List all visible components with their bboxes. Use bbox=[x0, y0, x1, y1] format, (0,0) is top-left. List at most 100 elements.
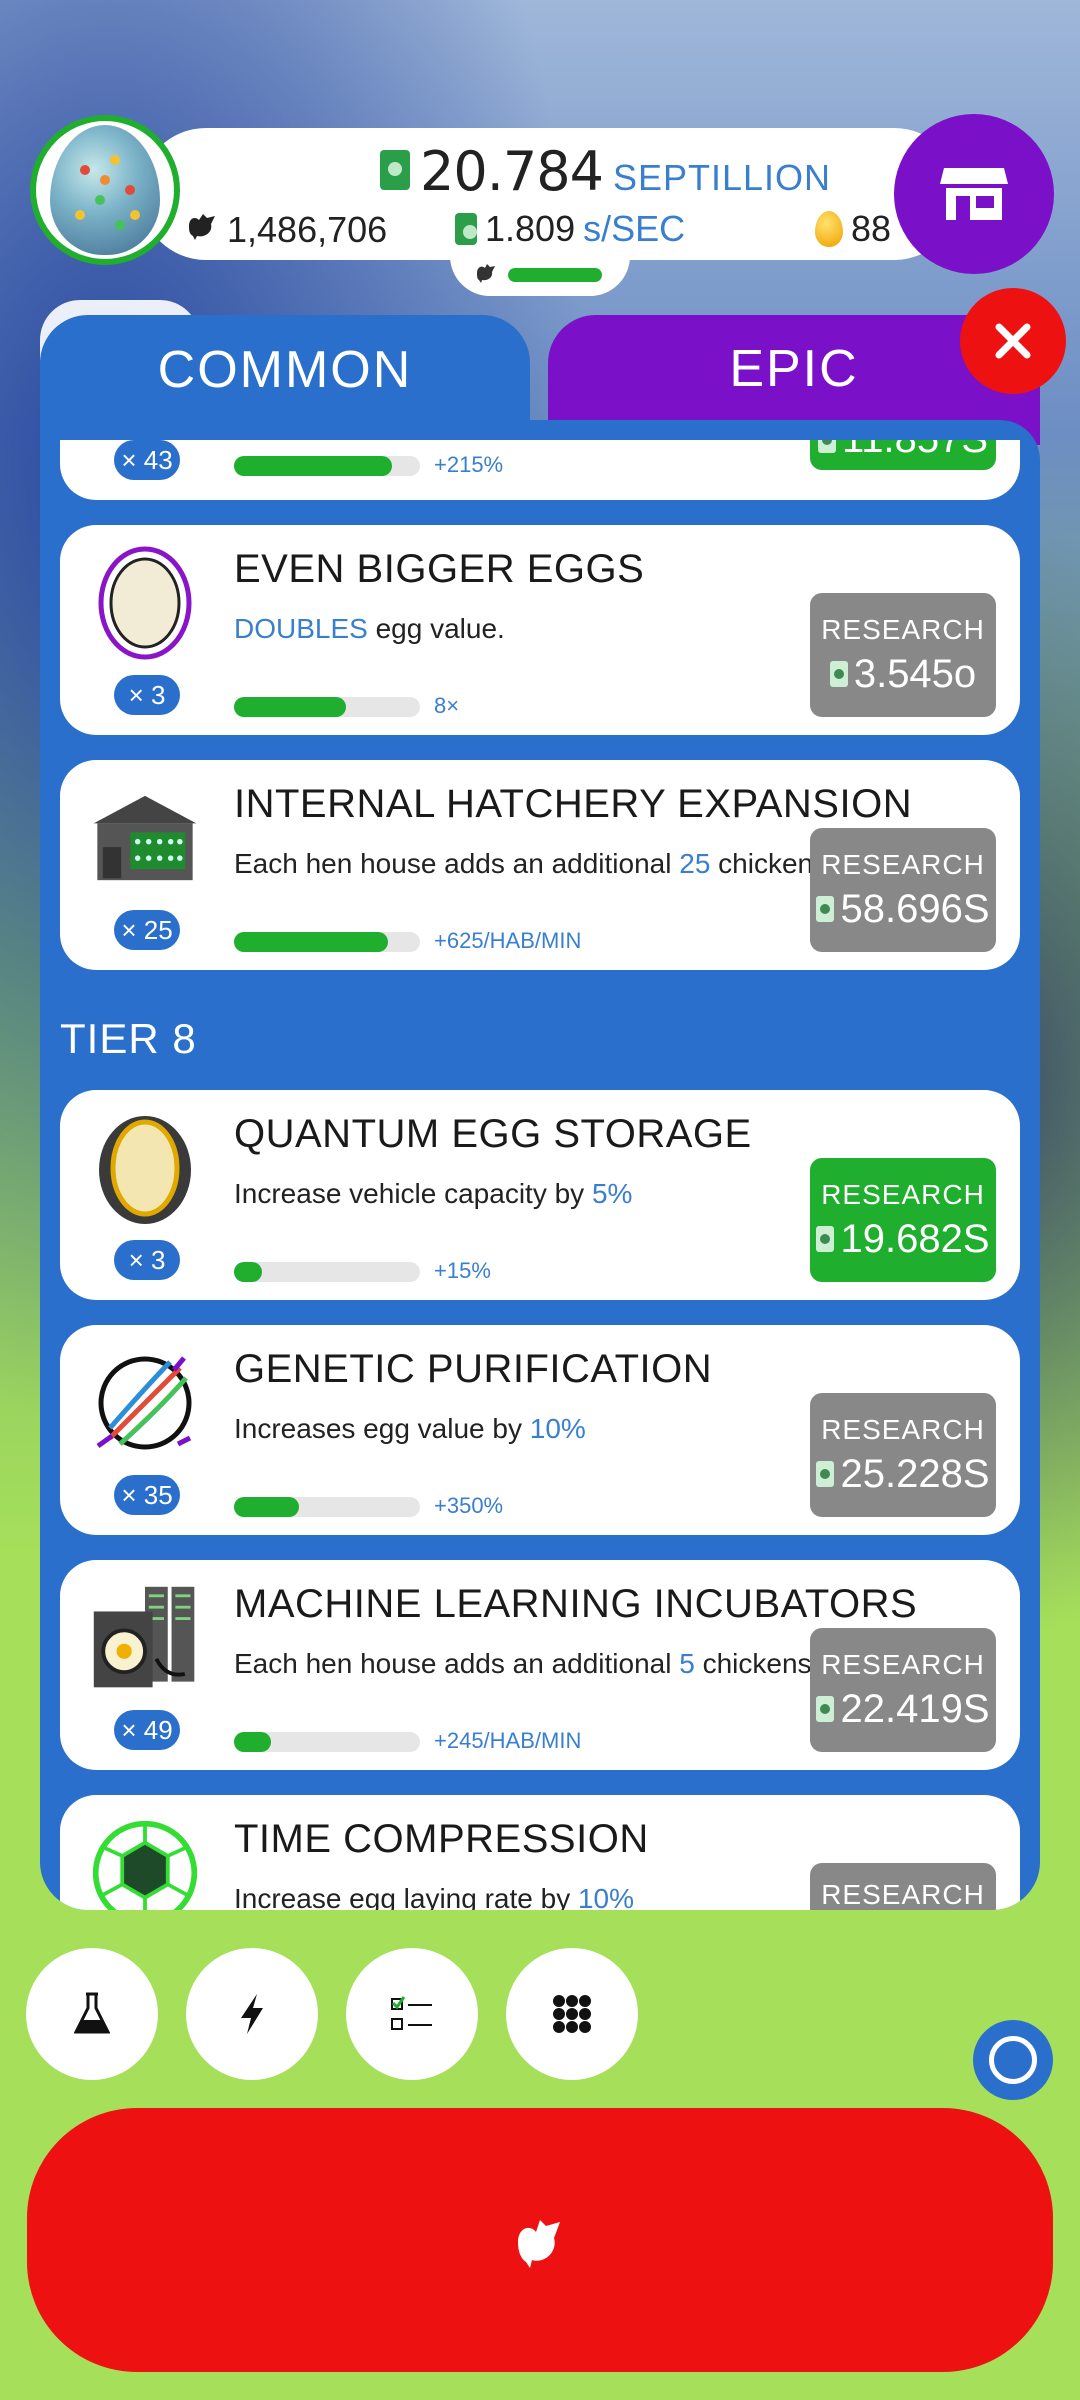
cash-icon bbox=[829, 661, 848, 687]
cash-icon bbox=[816, 1226, 835, 1252]
dna-icon bbox=[90, 1343, 200, 1463]
missions-button[interactable] bbox=[346, 1948, 478, 2080]
research-button[interactable]: RESEARCH bbox=[810, 1863, 996, 1910]
chick-icon bbox=[474, 260, 498, 290]
shop-button[interactable] bbox=[894, 114, 1054, 274]
research-button[interactable]: 11.857S bbox=[810, 440, 996, 470]
boosts-button[interactable] bbox=[186, 1948, 318, 2080]
research-button[interactable]: RESEARCH 22.419S bbox=[810, 1628, 996, 1752]
money-display: 20.784 SEPTILLION bbox=[380, 140, 831, 203]
research-price: 22.419S bbox=[816, 1687, 990, 1732]
count-badge: × 3 bbox=[114, 675, 180, 715]
count-badge: × 43 bbox=[114, 440, 180, 480]
research-description: Each hen house adds an additional 5 chic… bbox=[234, 1648, 865, 1679]
research-title: INTERNAL HATCHERY EXPANSION bbox=[234, 782, 913, 826]
research-button[interactable]: RESEARCH 25.228S bbox=[810, 1393, 996, 1517]
egg-ring-icon bbox=[90, 543, 200, 663]
hatch-chicken-button[interactable] bbox=[27, 2108, 1053, 2372]
cash-icon bbox=[455, 213, 477, 245]
research-title: EVEN BIGGER EGGS bbox=[234, 547, 645, 591]
hatch-progress-tab bbox=[450, 250, 630, 296]
tab-common[interactable]: COMMON bbox=[40, 315, 530, 425]
research-card-genetic-purification: × 35 GENETIC PURIFICATION Increases egg … bbox=[60, 1325, 1020, 1535]
research-description: Each hen house adds an additional 25 chi… bbox=[234, 848, 881, 879]
cash-icon bbox=[816, 1696, 835, 1722]
incubator-server-icon bbox=[90, 1578, 200, 1698]
research-title: GENETIC PURIFICATION bbox=[234, 1347, 713, 1391]
progress-bar bbox=[234, 1497, 420, 1517]
golden-egg-count: 88 bbox=[851, 208, 892, 249]
progress-fill bbox=[234, 456, 393, 476]
progress-fill bbox=[234, 932, 389, 952]
research-price: 25.228S bbox=[816, 1452, 990, 1497]
research-button[interactable]: RESEARCH 19.682S bbox=[810, 1158, 996, 1282]
camera-toggle-button[interactable] bbox=[973, 2020, 1053, 2100]
rate-unit: s/SEC bbox=[583, 208, 686, 249]
chicken-icon bbox=[185, 208, 219, 251]
research-card-time-compression: TIME COMPRESSION Increase egg laying rat… bbox=[60, 1795, 1020, 1910]
research-description: Increases egg value by 10% bbox=[234, 1413, 586, 1444]
research-card-even-bigger-eggs: × 3 EVEN BIGGER EGGS DOUBLES egg value. … bbox=[60, 525, 1020, 735]
progress-label: +625/HAB/MIN bbox=[434, 928, 582, 953]
progress-label: +15% bbox=[434, 1258, 491, 1283]
progress-label: +350% bbox=[434, 1493, 504, 1518]
cash-icon bbox=[816, 1461, 835, 1487]
research-price: 3.545o bbox=[829, 652, 976, 697]
egg-icon bbox=[50, 125, 160, 255]
count-badge: × 49 bbox=[114, 1710, 180, 1750]
close-icon bbox=[995, 323, 1031, 359]
count-badge: × 25 bbox=[114, 910, 180, 950]
chicken-count: 1,486,706 bbox=[227, 208, 388, 250]
progress-label: +245/HAB/MIN bbox=[434, 1728, 582, 1753]
research-list[interactable]: × 43 +215% 11.857S × 3 EVEN BIGGER E bbox=[60, 440, 1020, 1910]
progress-bar bbox=[234, 932, 420, 952]
menu-button[interactable] bbox=[506, 1948, 638, 2080]
quantum-egg-icon bbox=[90, 1108, 200, 1228]
tier-label: TIER 8 bbox=[60, 1015, 197, 1062]
research-button[interactable]: RESEARCH 58.696S bbox=[810, 828, 996, 952]
missions-checklist-icon bbox=[391, 1996, 432, 2030]
research-card-quantum-egg-storage: × 3 QUANTUM EGG STORAGE Increase vehicle… bbox=[60, 1090, 1020, 1300]
research-title: MACHINE LEARNING INCUBATORS bbox=[234, 1582, 918, 1626]
egg-avatar[interactable] bbox=[30, 115, 180, 265]
progress-bar bbox=[234, 697, 420, 717]
progress-bar bbox=[234, 1262, 420, 1282]
progress-fill bbox=[234, 1262, 262, 1282]
research-card-internal-hatchery-expansion: × 25 INTERNAL HATCHERY EXPANSION Each he… bbox=[60, 760, 1020, 970]
research-flask-icon bbox=[74, 1992, 110, 2034]
research-button-nav[interactable] bbox=[26, 1948, 158, 2080]
golden-egg-icon bbox=[815, 211, 843, 247]
count-badge: × 3 bbox=[114, 1240, 180, 1280]
progress-fill bbox=[234, 697, 346, 717]
progress-bar bbox=[234, 1732, 420, 1752]
count-badge: × 35 bbox=[114, 1475, 180, 1515]
research-card-partial: × 43 +215% 11.857S bbox=[60, 440, 1020, 500]
close-button[interactable] bbox=[960, 288, 1066, 394]
chicken-count-stat: 1,486,706 bbox=[185, 208, 387, 251]
boost-lightning-icon bbox=[241, 1994, 263, 2034]
cash-icon bbox=[817, 440, 836, 453]
progress-label: +215% bbox=[434, 452, 504, 477]
research-button[interactable]: RESEARCH 3.545o bbox=[810, 593, 996, 717]
research-price: 19.682S bbox=[816, 1217, 990, 1262]
menu-grid-icon bbox=[553, 1995, 591, 2033]
shop-icon bbox=[940, 168, 1008, 220]
cash-icon bbox=[380, 150, 410, 190]
golden-eggs-stat: 88 bbox=[815, 208, 891, 250]
research-description: DOUBLES egg value. bbox=[234, 613, 505, 644]
chicken-icon bbox=[518, 2220, 560, 2268]
research-title: TIME COMPRESSION bbox=[234, 1817, 649, 1861]
research-price: 11.857S bbox=[817, 440, 988, 462]
cash-icon bbox=[816, 896, 835, 922]
progress-fill bbox=[234, 1732, 272, 1752]
research-description: Increase vehicle capacity by 5% bbox=[234, 1178, 633, 1209]
hatch-progress-bar bbox=[508, 268, 602, 282]
research-price: 58.696S bbox=[816, 887, 990, 932]
progress-bar bbox=[234, 456, 420, 476]
time-compression-icon bbox=[90, 1813, 200, 1910]
money-unit: SEPTILLION bbox=[612, 157, 832, 198]
money-amount: 20.784 bbox=[420, 140, 604, 203]
rate-amount: 1.809 bbox=[485, 208, 576, 249]
circle-icon bbox=[989, 2036, 1037, 2084]
research-title: QUANTUM EGG STORAGE bbox=[234, 1112, 752, 1156]
